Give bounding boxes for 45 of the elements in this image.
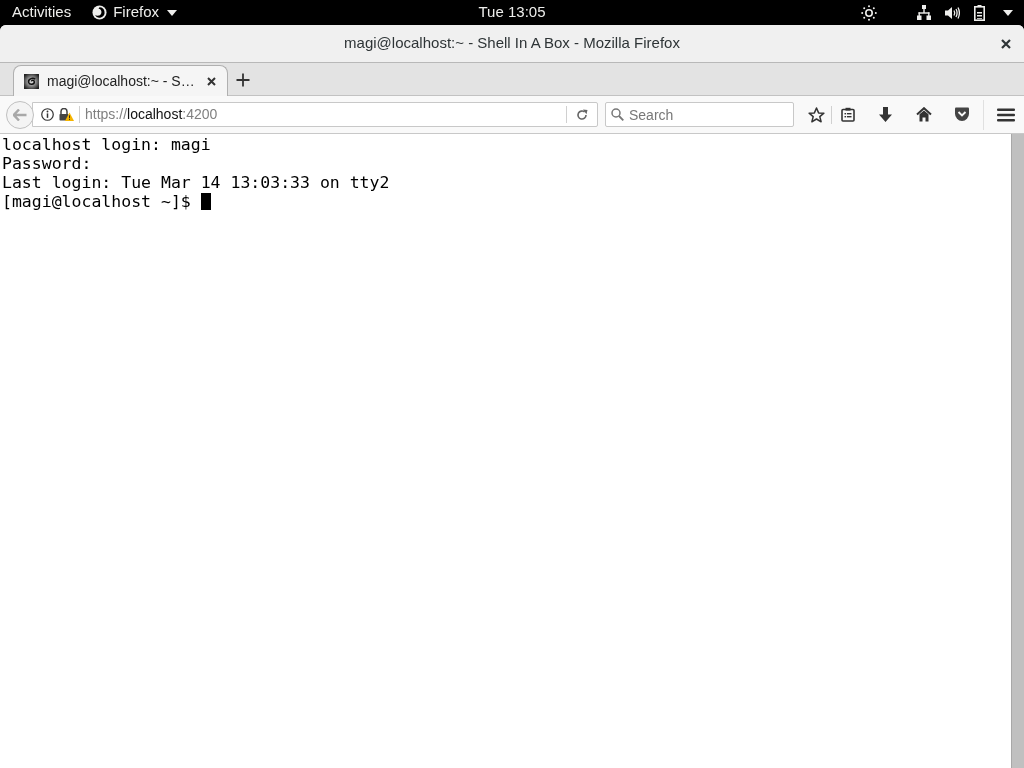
plus-icon (236, 73, 250, 87)
down-arrow-icon (878, 107, 892, 122)
back-arrow-icon (13, 108, 27, 121)
caret-icon (167, 9, 178, 16)
terminal-line: localhost login: magi (2, 135, 211, 154)
close-icon (206, 76, 216, 86)
reload-button[interactable] (576, 108, 588, 121)
terminal-favicon-icon (24, 73, 39, 89)
lock-warning-icon[interactable] (59, 108, 74, 121)
browser-tab[interactable]: magi@localhost:~ - S… (13, 65, 228, 96)
tab-title: magi@localhost:~ - S… (47, 71, 195, 91)
system-menu-caret-icon[interactable] (1003, 9, 1013, 16)
home-icon (916, 107, 932, 122)
close-icon (1001, 38, 1011, 49)
url-field[interactable]: https://localhost:4200 (32, 102, 598, 127)
pocket-button[interactable] (954, 107, 970, 122)
search-field[interactable]: Search (605, 102, 794, 127)
app-logo-icon (92, 5, 108, 20)
shell-prompt: [magi@localhost ~]$ (2, 192, 191, 211)
reading-list-button[interactable] (840, 105, 856, 124)
clipboard-list-icon (841, 107, 855, 122)
home-button[interactable] (916, 107, 932, 122)
brightness-icon[interactable] (861, 4, 877, 21)
reload-icon (576, 108, 588, 121)
battery-icon[interactable] (974, 4, 985, 21)
menu-icon (997, 107, 1015, 122)
search-icon (611, 108, 624, 121)
pocket-icon (954, 107, 970, 122)
downloads-button[interactable] (878, 106, 892, 123)
close-tab-button[interactable] (205, 75, 217, 87)
volume-icon[interactable] (945, 5, 960, 20)
clock-button[interactable]: Tue 13:05 (478, 0, 546, 25)
star-icon (807, 106, 825, 123)
activities-button[interactable]: Activities (12, 0, 72, 25)
window-title: magi@localhost:~ - Shell In A Box - Mozilla Firefox (344, 33, 680, 54)
terminal-line: Last login: Tue Mar 14 13:03:33 on tty2 (2, 173, 390, 192)
terminal-line: Password: (2, 154, 92, 173)
url-text: https://localhost:4200 (85, 105, 218, 124)
info-icon[interactable] (41, 108, 54, 121)
network-icon[interactable] (917, 5, 931, 20)
menu-button[interactable] (997, 107, 1015, 122)
bookmark-button[interactable] (807, 105, 825, 124)
new-tab-button[interactable] (235, 72, 251, 88)
app-menu-button[interactable]: Firefox (92, 0, 178, 25)
close-window-button[interactable] (999, 36, 1013, 51)
